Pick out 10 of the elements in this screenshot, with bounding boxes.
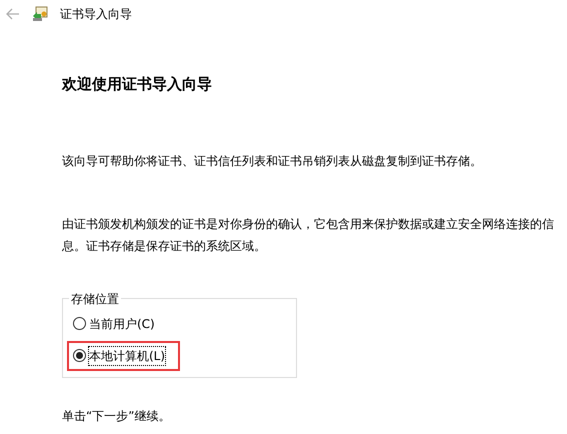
- certificate-icon: [32, 6, 48, 22]
- instruction-text: 单击“下一步”继续。: [62, 408, 172, 424]
- radio-button[interactable]: [73, 317, 86, 330]
- intro-paragraph: 该向导可帮助你将证书、证书信任列表和证书吊销列表从磁盘复制到证书存储。: [62, 152, 483, 170]
- wizard-heading: 欢迎使用证书导入向导: [62, 74, 213, 95]
- radio-button[interactable]: [73, 349, 86, 362]
- window-title: 证书导入向导: [60, 6, 132, 23]
- radio-label[interactable]: 本地计算机(L): [89, 346, 166, 364]
- radio-label[interactable]: 当前用户(C): [89, 314, 155, 332]
- description-paragraph: 由证书颁发机构颁发的证书是对你身份的确认，它包含用来保护数据或建立安全网络连接的信息。证书存储是保存证书的系统区域。: [62, 216, 555, 254]
